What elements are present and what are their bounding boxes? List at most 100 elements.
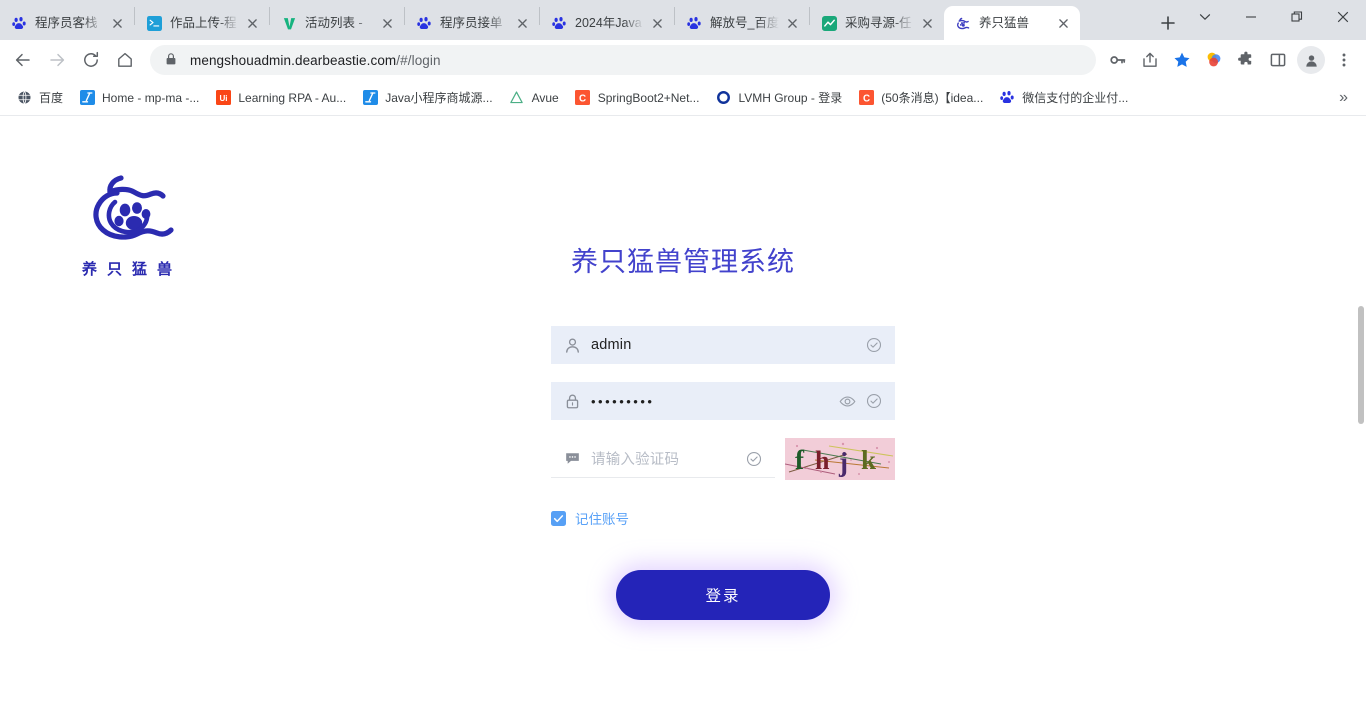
login-form: admin ••••••••• 请输入验证码 f h j k 记住账号 登录 — [551, 326, 895, 620]
close-icon — [922, 18, 932, 28]
bookmark-star-icon[interactable] — [1166, 44, 1198, 76]
jetbrains-icon — [79, 90, 95, 105]
bookmark-label: LVMH Group - 登录 — [738, 91, 843, 105]
close-icon — [652, 18, 662, 28]
browser-tab[interactable]: 采购寻源-任 — [810, 6, 944, 40]
toolbar-right-icons — [1102, 44, 1360, 76]
page-title: 养只猛兽管理系统 — [571, 247, 795, 277]
color-extension-icon[interactable] — [1198, 44, 1230, 76]
check-circle-icon — [865, 336, 883, 354]
baidu-icon — [416, 15, 432, 31]
svg-text:C: C — [863, 93, 870, 104]
login-button[interactable]: 登录 — [616, 570, 830, 620]
uipath-icon: Ui — [215, 90, 231, 105]
v-icon — [281, 15, 297, 31]
bookmark-label: SpringBoot2+Net... — [597, 90, 700, 105]
baidu-icon — [551, 15, 567, 31]
password-field[interactable]: ••••••••• — [551, 382, 895, 420]
tab-close-button[interactable] — [648, 14, 666, 32]
browser-tab[interactable]: 2024年Java — [540, 6, 674, 40]
browser-tab[interactable]: 活动列表 - — [270, 6, 404, 40]
captcha-image[interactable]: f h j k — [785, 438, 895, 480]
browser-tab[interactable]: 程序员接单 — [405, 6, 539, 40]
bookmark-item[interactable]: 百度 — [8, 85, 71, 111]
bookmark-label: Learning RPA - Au... — [238, 90, 347, 105]
restore-icon — [1291, 11, 1303, 22]
bookmark-item[interactable]: C SpringBoot2+Net... — [567, 85, 708, 111]
profile-avatar-icon[interactable] — [1297, 46, 1325, 74]
bookmark-item[interactable]: Ui Learning RPA - Au... — [207, 85, 354, 111]
home-button[interactable] — [108, 43, 142, 77]
password-input-value[interactable]: ••••••••• — [591, 394, 829, 409]
bookmark-item[interactable]: Avue — [501, 85, 567, 111]
v-icon — [283, 17, 295, 29]
chrome-menu-icon[interactable] — [1328, 44, 1360, 76]
forward-button[interactable] — [40, 43, 74, 77]
tab-title: 养只猛兽 — [979, 16, 1030, 30]
bookmark-label: Java小程序商城源... — [385, 91, 493, 105]
username-input-value[interactable]: admin — [591, 337, 856, 353]
tab-close-button[interactable] — [1054, 14, 1072, 32]
csdn-icon: C — [858, 90, 874, 106]
bookmark-item[interactable]: Java小程序商城源... — [354, 85, 500, 111]
eye-icon[interactable] — [838, 392, 856, 410]
tab-search-button[interactable] — [1182, 0, 1228, 34]
svg-text:Ui: Ui — [219, 94, 227, 103]
browser-tab[interactable]: 程序员客栈 — [0, 6, 134, 40]
jetbrains-icon — [79, 90, 95, 106]
page-scrollbar[interactable] — [1355, 116, 1366, 712]
browser-tab[interactable]: 解放号_百度 — [675, 6, 809, 40]
reload-icon — [84, 51, 99, 67]
close-icon — [1337, 11, 1349, 23]
tab-close-button[interactable] — [783, 14, 801, 32]
minimize-button[interactable] — [1228, 0, 1274, 34]
lock-icon — [563, 392, 581, 410]
browser-window: 程序员客栈 作品上传-程 活动列表 - 程序员接单 2024年Java 解放号_百度 采购寻… — [0, 0, 1366, 712]
minimize-icon — [1246, 16, 1256, 18]
share-icon[interactable] — [1134, 44, 1166, 76]
bookmark-item[interactable]: C (50条消息)【idea... — [850, 85, 991, 111]
extensions-puzzle-icon[interactable] — [1230, 44, 1262, 76]
close-icon — [112, 18, 122, 28]
jetbrains-icon — [362, 90, 378, 105]
bookmark-label: 百度 — [39, 91, 64, 105]
bookmarks-overflow-button[interactable]: » — [1329, 89, 1358, 107]
username-field[interactable]: admin — [551, 326, 895, 364]
page-scrollbar-thumb[interactable] — [1358, 306, 1364, 424]
tab-close-button[interactable] — [378, 14, 396, 32]
bookmark-item[interactable]: LVMH Group - 登录 — [707, 85, 850, 111]
reload-button[interactable] — [74, 43, 108, 77]
maximize-button[interactable] — [1274, 0, 1320, 34]
back-button[interactable] — [6, 43, 40, 77]
password-key-icon[interactable] — [1102, 44, 1134, 76]
jetbrains-icon — [362, 90, 378, 106]
tab-close-button[interactable] — [513, 14, 531, 32]
tab-close-button[interactable] — [918, 14, 936, 32]
lock-icon — [164, 52, 180, 68]
browser-tab-active[interactable]: 养只猛兽 — [944, 6, 1080, 40]
captcha-row: 请输入验证码 f h j k — [551, 438, 895, 480]
bookmarks-bar: 百度 Home - mp-ma -... Ui Learning RPA - Au..… — [0, 80, 1366, 116]
baidu-icon — [686, 16, 701, 29]
submit-row: 登录 — [551, 570, 895, 620]
tab-strip: 程序员客栈 作品上传-程 活动列表 - 程序员接单 2024年Java 解放号_百度 采购寻… — [0, 0, 1366, 40]
browser-tab[interactable]: 作品上传-程 — [135, 6, 269, 40]
address-bar[interactable]: mengshouadmin.dearbeastie.com/#/login — [150, 45, 1096, 75]
tab-close-button[interactable] — [108, 14, 126, 32]
captcha-input-placeholder[interactable]: 请输入验证码 — [591, 448, 736, 469]
window-controls — [1182, 0, 1366, 40]
captcha-field[interactable]: 请输入验证码 — [551, 440, 775, 478]
user-icon — [563, 336, 581, 354]
address-bar-url: mengshouadmin.dearbeastie.com/#/login — [190, 53, 441, 68]
svg-text:h: h — [815, 446, 830, 475]
side-panel-icon[interactable] — [1262, 44, 1294, 76]
tab-close-button[interactable] — [243, 14, 261, 32]
svg-text:k: k — [861, 445, 876, 475]
bookmark-item[interactable]: 微信支付的企业付... — [991, 85, 1136, 111]
close-window-button[interactable] — [1320, 0, 1366, 34]
new-tab-button[interactable] — [1154, 9, 1182, 37]
bookmark-item[interactable]: Home - mp-ma -... — [71, 85, 207, 111]
remember-checkbox[interactable] — [551, 510, 566, 526]
tab-title: 采购寻源-任 — [845, 16, 912, 30]
remember-account-row[interactable]: 记住账号 — [551, 508, 895, 528]
